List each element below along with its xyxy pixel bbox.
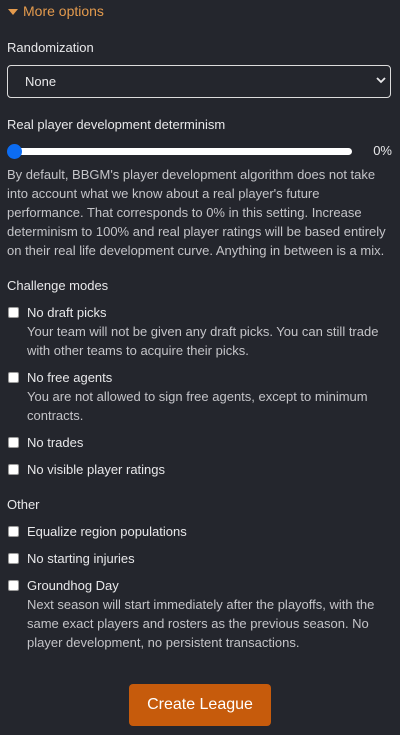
no-free-agents-option[interactable]: No free agents <box>8 370 112 385</box>
description-line: By default, BBGM's player development al… <box>7 167 376 182</box>
no-free-agents-label: No free agents <box>27 370 113 385</box>
no-free-agents-checkbox[interactable] <box>8 372 19 383</box>
groundhog-day-option[interactable]: Groundhog Day <box>8 578 119 593</box>
description-line: with other teams to acquire their picks. <box>27 343 249 358</box>
no-visible-ratings-option[interactable]: No visible player ratings <box>8 462 165 477</box>
groundhog-day-description: Next season will start immediately after… <box>27 595 387 652</box>
no-visible-ratings-checkbox[interactable] <box>8 464 19 475</box>
randomization-selected-value: None <box>25 74 57 89</box>
randomization-select[interactable]: None <box>7 65 391 98</box>
description-line: on their real life development curve. An… <box>7 243 385 258</box>
league-options-panel: More options Randomization None Real pla… <box>0 0 400 735</box>
no-draft-picks-description: Your team will not be given any draft pi… <box>27 322 387 360</box>
no-free-agents-description: You are not allowed to sign free agents,… <box>27 387 387 425</box>
challenge-modes-heading: Challenge modes <box>7 278 109 293</box>
equalize-regions-checkbox[interactable] <box>8 526 19 537</box>
no-draft-picks-label: No draft picks <box>27 305 107 320</box>
randomization-label: Randomization <box>7 40 94 55</box>
no-draft-picks-checkbox[interactable] <box>8 307 19 318</box>
description-line: performance. That corresponds to 0% in t… <box>7 205 362 220</box>
description-line: determinism to 100% and real player rati… <box>7 224 386 239</box>
description-line: same exact players and rosters as the pr… <box>27 616 369 631</box>
determinism-description: By default, BBGM's player development al… <box>7 165 393 260</box>
determinism-value: 0% <box>373 143 392 158</box>
equalize-regions-option[interactable]: Equalize region populations <box>8 524 187 539</box>
determinism-slider-thumb[interactable] <box>7 144 22 159</box>
no-starting-injuries-checkbox[interactable] <box>8 553 19 564</box>
description-line: contracts. <box>27 408 84 423</box>
no-visible-ratings-label: No visible player ratings <box>27 462 166 477</box>
more-options-label: More options <box>23 3 104 19</box>
no-trades-checkbox[interactable] <box>8 437 19 448</box>
no-trades-label: No trades <box>27 435 84 450</box>
no-draft-picks-option[interactable]: No draft picks <box>8 305 106 320</box>
no-trades-option[interactable]: No trades <box>8 435 83 450</box>
caret-down-icon <box>8 8 18 15</box>
groundhog-day-checkbox[interactable] <box>8 580 19 591</box>
description-line: Next season will start immediately after… <box>27 597 375 612</box>
no-starting-injuries-label: No starting injuries <box>27 551 135 566</box>
determinism-slider-track[interactable] <box>10 148 352 155</box>
no-starting-injuries-option[interactable]: No starting injuries <box>8 551 135 566</box>
description-line: player development, no persistent transa… <box>27 635 300 650</box>
description-line: You are not allowed to sign free agents,… <box>27 389 368 404</box>
equalize-regions-label: Equalize region populations <box>27 524 187 539</box>
chevron-down-icon <box>376 77 386 84</box>
create-league-button[interactable]: Create League <box>129 684 271 726</box>
description-line: into account what we know about a real p… <box>7 186 320 201</box>
determinism-label: Real player development determinism <box>7 117 226 132</box>
other-heading: Other <box>7 497 40 512</box>
groundhog-day-label: Groundhog Day <box>27 578 119 593</box>
more-options-toggle[interactable]: More options <box>8 3 104 19</box>
description-line: Your team will not be given any draft pi… <box>27 324 379 339</box>
